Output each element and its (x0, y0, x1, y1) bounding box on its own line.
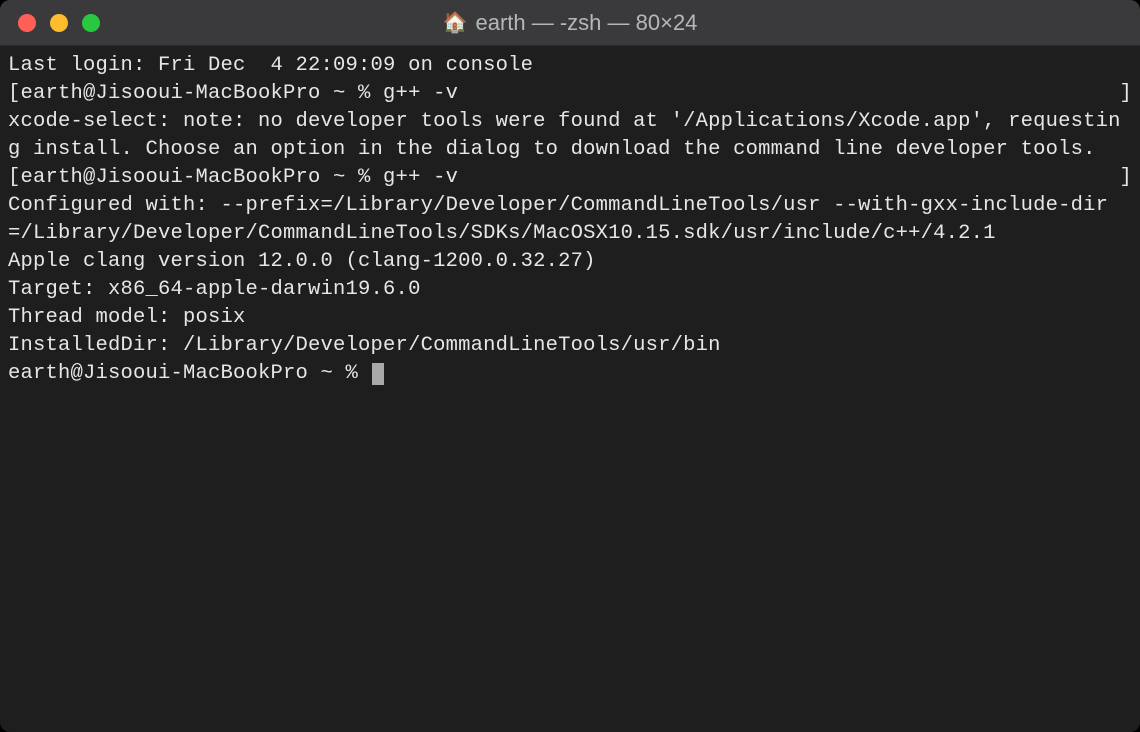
output-line: Apple clang version 12.0.0 (clang-1200.0… (8, 248, 1132, 276)
bracket-right: ] (1119, 164, 1132, 192)
output-line: Last login: Fri Dec 4 22:09:09 on consol… (8, 52, 1132, 80)
titlebar[interactable]: 🏠 earth — -zsh — 80×24 (0, 0, 1140, 46)
maximize-button[interactable] (82, 14, 100, 32)
window-title: earth — -zsh — 80×24 (475, 10, 697, 36)
output-line: xcode-select: note: no developer tools w… (8, 108, 1132, 164)
cursor (372, 363, 384, 385)
prompt-text: [earth@Jisooui-MacBookPro ~ % g++ -v (8, 164, 458, 192)
terminal-window: 🏠 earth — -zsh — 80×24 Last login: Fri D… (0, 0, 1140, 732)
output-line: Thread model: posix (8, 304, 1132, 332)
active-prompt-line: earth@Jisooui-MacBookPro ~ % (8, 360, 1132, 388)
window-title-container: 🏠 earth — -zsh — 80×24 (0, 10, 1140, 36)
output-line: Target: x86_64-apple-darwin19.6.0 (8, 276, 1132, 304)
output-line: Configured with: --prefix=/Library/Devel… (8, 192, 1132, 248)
minimize-button[interactable] (50, 14, 68, 32)
prompt-line: [earth@Jisooui-MacBookPro ~ % g++ -v ] (8, 164, 1132, 192)
traffic-lights (18, 14, 100, 32)
prompt-text: earth@Jisooui-MacBookPro ~ % (8, 362, 371, 385)
close-button[interactable] (18, 14, 36, 32)
bracket-right: ] (1119, 80, 1132, 108)
prompt-text: [earth@Jisooui-MacBookPro ~ % g++ -v (8, 80, 458, 108)
prompt-line: [earth@Jisooui-MacBookPro ~ % g++ -v ] (8, 80, 1132, 108)
output-line: InstalledDir: /Library/Developer/Command… (8, 332, 1132, 360)
home-icon: 🏠 (443, 10, 468, 36)
terminal-body[interactable]: Last login: Fri Dec 4 22:09:09 on consol… (0, 46, 1140, 732)
